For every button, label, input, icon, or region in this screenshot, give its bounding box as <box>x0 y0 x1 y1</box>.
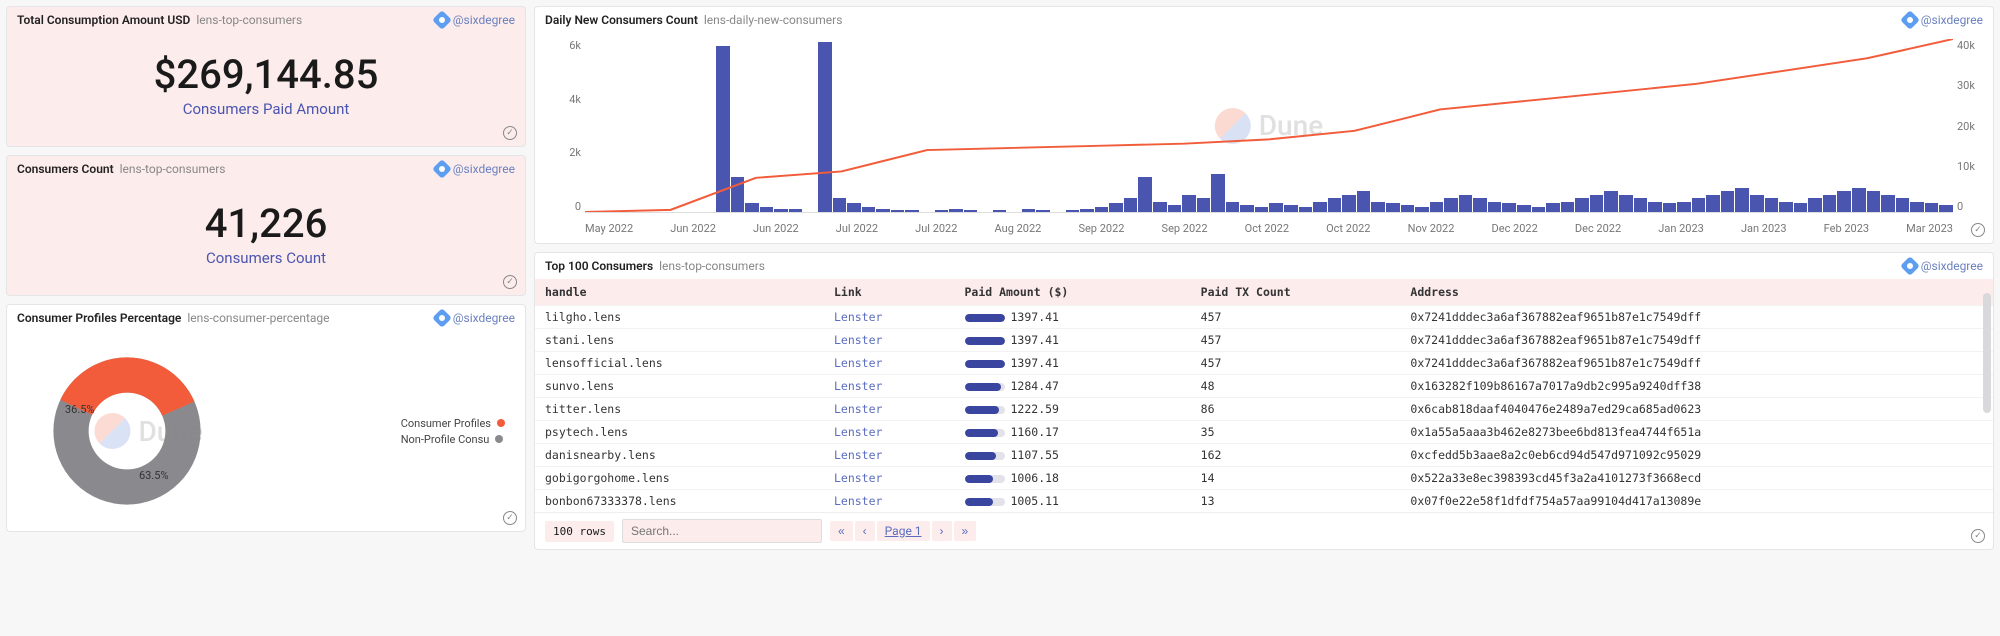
profiles-percentage-card: Consumer Profiles Percentage lens-consum… <box>6 304 526 532</box>
card-title: Total Consumption Amount USD lens-top-co… <box>17 13 302 27</box>
column-header[interactable]: Address <box>1400 279 1993 306</box>
verified-icon <box>1900 10 1920 30</box>
pager: « ‹ Page 1 › » <box>830 521 976 541</box>
stat-label: Consumers Paid Amount <box>17 100 515 118</box>
table-row: bonbon67333378.lensLenster1005.11130x07f… <box>535 490 1993 513</box>
daily-new-consumers-card: Daily New Consumers Count lens-daily-new… <box>534 6 1994 244</box>
card-title: Top 100 Consumers lens-top-consumers <box>545 259 765 273</box>
lenster-link[interactable]: Lenster <box>834 310 882 324</box>
row-count: 100 rows <box>545 521 614 542</box>
stat-value: 41,226 <box>17 200 515 247</box>
lenster-link[interactable]: Lenster <box>834 494 882 508</box>
lenster-link[interactable]: Lenster <box>834 425 882 439</box>
table-row: stani.lensLenster1397.414570x7241dddec3a… <box>535 329 1993 352</box>
top-100-consumers-card: Top 100 Consumers lens-top-consumers @si… <box>534 252 1994 550</box>
lenster-link[interactable]: Lenster <box>834 471 882 485</box>
prev-page-button[interactable]: ‹ <box>855 521 875 541</box>
page-indicator[interactable]: Page 1 <box>877 521 930 541</box>
stat-label: Consumers Count <box>17 249 515 267</box>
author-link[interactable]: @sixdegree <box>435 13 515 27</box>
consumers-table: handleLinkPaid Amount ($)Paid TX CountAd… <box>535 279 1993 512</box>
donut-chart: Dune 36.5% 63.5% <box>47 351 207 511</box>
author-link[interactable]: @sixdegree <box>1903 13 1983 27</box>
column-header[interactable]: handle <box>535 279 824 306</box>
column-header[interactable]: Paid Amount ($) <box>955 279 1191 306</box>
next-page-button[interactable]: › <box>932 521 952 541</box>
bar-line-chart: 6k4k2k0 40k30k20k10k0 Dune May 2022Jun 2… <box>535 33 1993 243</box>
lenster-link[interactable]: Lenster <box>834 333 882 347</box>
lenster-link[interactable]: Lenster <box>834 379 882 393</box>
card-title: Daily New Consumers Count lens-daily-new… <box>545 13 842 27</box>
total-consumption-card: Total Consumption Amount USD lens-top-co… <box>6 6 526 147</box>
search-input[interactable] <box>622 519 822 543</box>
first-page-button[interactable]: « <box>830 521 853 541</box>
refresh-status-icon[interactable]: ✓ <box>503 126 517 140</box>
column-header[interactable]: Paid TX Count <box>1191 279 1401 306</box>
author-link[interactable]: @sixdegree <box>435 311 515 325</box>
lenster-link[interactable]: Lenster <box>834 356 882 370</box>
slice-label-b: 63.5% <box>139 469 169 482</box>
verified-icon <box>432 308 452 328</box>
donut-legend: Consumer Profiles Non-Profile Consu <box>401 414 505 449</box>
refresh-status-icon[interactable]: ✓ <box>1971 223 1985 237</box>
slice-label-a: 36.5% <box>65 403 95 416</box>
vertical-scrollbar[interactable] <box>1983 293 1991 413</box>
verified-icon <box>1900 256 1920 276</box>
table-row: danisnearby.lensLenster1107.551620xcfedd… <box>535 444 1993 467</box>
table-row: lensofficial.lensLenster1397.414570x7241… <box>535 352 1993 375</box>
refresh-status-icon[interactable]: ✓ <box>503 511 517 525</box>
column-header[interactable]: Link <box>824 279 955 306</box>
table-row: lilgho.lensLenster1397.414570x7241dddec3… <box>535 306 1993 329</box>
consumers-count-card: Consumers Count lens-top-consumers @sixd… <box>6 155 526 296</box>
table-row: gobigorgohome.lensLenster1006.18140x522a… <box>535 467 1993 490</box>
lenster-link[interactable]: Lenster <box>834 402 882 416</box>
verified-icon <box>432 159 452 179</box>
refresh-status-icon[interactable]: ✓ <box>1971 529 1985 543</box>
last-page-button[interactable]: » <box>954 521 977 541</box>
refresh-status-icon[interactable]: ✓ <box>503 275 517 289</box>
stat-value: $269,144.85 <box>17 51 515 98</box>
table-row: titter.lensLenster1222.59860x6cab818daaf… <box>535 398 1993 421</box>
lenster-link[interactable]: Lenster <box>834 448 882 462</box>
table-row: psytech.lensLenster1160.17350x1a55a5aaa3… <box>535 421 1993 444</box>
card-title: Consumer Profiles Percentage lens-consum… <box>17 311 330 325</box>
author-link[interactable]: @sixdegree <box>435 162 515 176</box>
table-row: sunvo.lensLenster1284.47480x163282f109b8… <box>535 375 1993 398</box>
author-link[interactable]: @sixdegree <box>1903 259 1983 273</box>
verified-icon <box>432 10 452 30</box>
card-title: Consumers Count lens-top-consumers <box>17 162 225 176</box>
